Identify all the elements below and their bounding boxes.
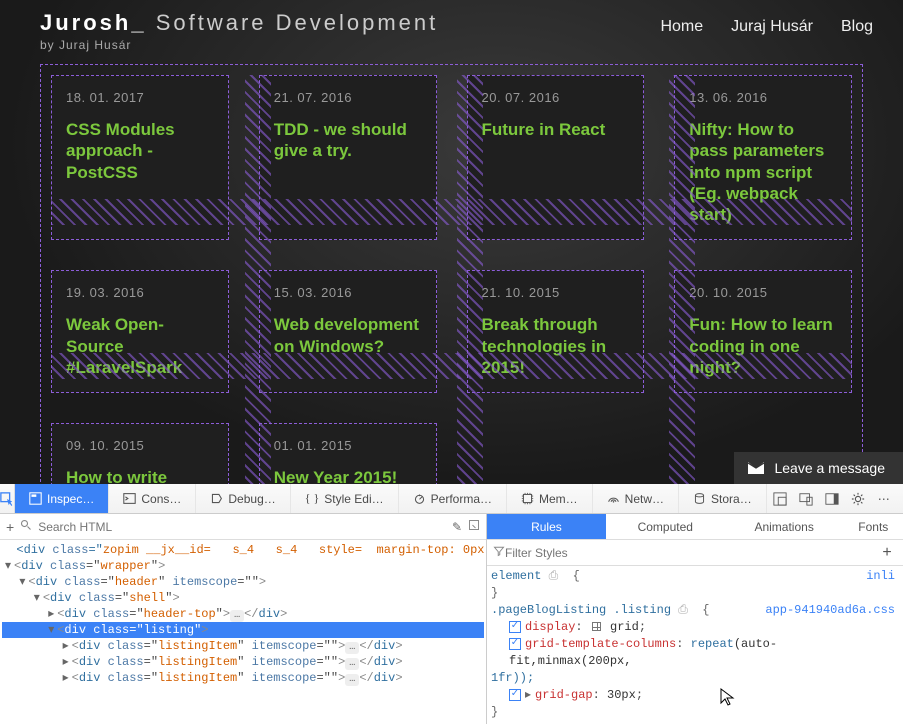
nav-author[interactable]: Juraj Husár xyxy=(731,18,813,36)
funnel-icon xyxy=(493,545,505,560)
edit-html-icon[interactable]: ✎ xyxy=(452,520,462,534)
card-date: 01. 01. 2015 xyxy=(274,438,422,453)
eyedropper-icon[interactable] xyxy=(468,519,480,534)
element-picker-button[interactable] xyxy=(0,484,15,513)
listing-container: 18. 01. 2017 CSS Modules approach - PostC… xyxy=(40,64,863,484)
card-title: Break through technologies in 2015! xyxy=(482,314,630,378)
blog-card[interactable]: 20. 07. 2016 Future in React xyxy=(467,75,645,240)
twisty-icon[interactable] xyxy=(31,590,43,606)
rules-panel: Rules Computed Animations Fonts + elemen… xyxy=(487,514,903,724)
leave-message-label: Leave a message xyxy=(774,460,885,476)
more-icon[interactable]: ⋯ xyxy=(871,492,897,506)
logo-rest: Software Development xyxy=(147,10,439,35)
card-title: Web development on Windows? xyxy=(274,314,422,357)
checkbox-icon[interactable]: ✓ xyxy=(509,689,521,701)
card-date: 18. 01. 2017 xyxy=(66,90,214,105)
tab-performance[interactable]: Performa… xyxy=(399,484,507,513)
tab-debugger[interactable]: Debug… xyxy=(196,484,290,513)
logo[interactable]: Jurosh_ Software Development by Juraj Hu… xyxy=(40,10,438,52)
logo-bold: Jurosh_ xyxy=(40,10,147,35)
blog-card[interactable]: 18. 01. 2017 CSS Modules approach - PostC… xyxy=(51,75,229,240)
nav: Home Juraj Husár Blog xyxy=(660,10,873,36)
dom-tree[interactable]: <div class="zopim __jx__id= s_4 s_4 styl… xyxy=(0,540,486,724)
twisty-icon[interactable] xyxy=(2,558,14,574)
tab-memory[interactable]: Mem… xyxy=(507,484,593,513)
card-date: 15. 03. 2016 xyxy=(274,285,422,300)
search-html-input[interactable] xyxy=(38,520,446,534)
card-date: 20. 10. 2015 xyxy=(689,285,837,300)
rules-tab[interactable]: Rules xyxy=(487,514,606,539)
nav-home[interactable]: Home xyxy=(660,18,703,36)
card-title: Future in React xyxy=(482,119,630,140)
card-title: CSS Modules approach - PostCSS xyxy=(66,119,214,183)
settings-icon[interactable] xyxy=(845,492,871,506)
tab-style-editor[interactable]: { } Style Edi… xyxy=(291,484,399,513)
leave-message-button[interactable]: Leave a message xyxy=(734,452,903,484)
blog-card[interactable]: 20. 10. 2015 Fun: How to learn coding in … xyxy=(674,270,852,393)
computed-tab[interactable]: Computed xyxy=(606,514,725,539)
card-title: Fun: How to learn coding in one night? xyxy=(689,314,837,378)
animations-tab[interactable]: Animations xyxy=(725,514,844,539)
pin-icon[interactable]: ⎙ xyxy=(549,569,559,583)
card-date: 21. 10. 2015 xyxy=(482,285,630,300)
twisty-icon[interactable] xyxy=(45,622,57,638)
card-date: 21. 07. 2016 xyxy=(274,90,422,105)
search-icon xyxy=(20,519,32,534)
mail-icon xyxy=(748,462,764,474)
card-title: How to write quality JavaScript code? xyxy=(66,467,214,484)
iframe-picker-icon[interactable] xyxy=(767,492,793,506)
twisty-icon[interactable] xyxy=(60,654,72,670)
filter-styles-input[interactable] xyxy=(505,546,877,560)
dom-panel: + ✎ <div class="zopim __jx__id= s_4 s_4 … xyxy=(0,514,487,724)
blog-card[interactable]: 19. 03. 2016 Weak Open-Source #LaravelSpa… xyxy=(51,270,229,393)
blog-card[interactable]: 15. 03. 2016 Web development on Windows? xyxy=(259,270,437,393)
card-title: TDD - we should give a try. xyxy=(274,119,422,162)
pin-icon[interactable]: ⎙ xyxy=(678,603,688,617)
listing-grid: 18. 01. 2017 CSS Modules approach - PostC… xyxy=(51,75,852,484)
devtools-toolbar: Inspec… Cons… Debug… { } Style Edi… Perf… xyxy=(0,484,903,514)
checkbox-icon[interactable]: ✓ xyxy=(509,621,521,633)
twisty-icon[interactable] xyxy=(45,606,57,622)
add-node-icon[interactable]: + xyxy=(6,519,14,535)
card-date: 20. 07. 2016 xyxy=(482,90,630,105)
tab-console[interactable]: Cons… xyxy=(109,484,196,513)
rules-list[interactable]: element ⎙ {inli}.pageBlogListing .listin… xyxy=(487,566,903,724)
tab-network[interactable]: Netw… xyxy=(593,484,679,513)
grid-icon xyxy=(592,622,601,631)
close-devtools-icon[interactable]: ✕ xyxy=(897,492,903,506)
blog-card[interactable]: 01. 01. 2015 New Year 2015! xyxy=(259,423,437,484)
logo-subtitle: by Juraj Husár xyxy=(40,38,438,52)
devtools: Inspec… Cons… Debug… { } Style Edi… Perf… xyxy=(0,484,903,724)
card-title: New Year 2015! xyxy=(274,467,422,484)
tab-storage[interactable]: Stora… xyxy=(679,484,767,513)
twisty-icon[interactable] xyxy=(16,574,28,590)
blog-card[interactable]: 21. 07. 2016 TDD - we should give a try. xyxy=(259,75,437,240)
responsive-mode-icon[interactable] xyxy=(793,492,819,506)
inline-source[interactable]: inli xyxy=(866,568,895,585)
card-title: Nifty: How to pass parameters into npm s… xyxy=(689,119,837,225)
tab-inspector[interactable]: Inspec… xyxy=(15,484,109,513)
nav-blog[interactable]: Blog xyxy=(841,18,873,36)
source-file-link[interactable]: app-941940ad6a.css xyxy=(765,602,895,619)
card-date: 13. 06. 2016 xyxy=(689,90,837,105)
twisty-icon[interactable] xyxy=(60,638,72,654)
fonts-tab[interactable]: Fonts xyxy=(844,514,903,539)
card-date: 19. 03. 2016 xyxy=(66,285,214,300)
expand-icon[interactable]: ▸ xyxy=(525,687,535,704)
card-date: 09. 10. 2015 xyxy=(66,438,214,453)
site-header: Jurosh_ Software Development by Juraj Hu… xyxy=(0,0,903,64)
card-title: Weak Open-Source #LaravelSpark xyxy=(66,314,214,378)
blog-card[interactable]: 09. 10. 2015 How to write quality JavaScr… xyxy=(51,423,229,484)
dock-side-icon[interactable] xyxy=(819,492,845,506)
add-rule-button[interactable]: + xyxy=(877,544,897,562)
blog-card[interactable]: 21. 10. 2015 Break through technologies i… xyxy=(467,270,645,393)
twisty-icon[interactable] xyxy=(60,670,72,686)
blog-card[interactable]: 13. 06. 2016 Nifty: How to pass parameter… xyxy=(674,75,852,240)
checkbox-icon[interactable]: ✓ xyxy=(509,638,521,650)
